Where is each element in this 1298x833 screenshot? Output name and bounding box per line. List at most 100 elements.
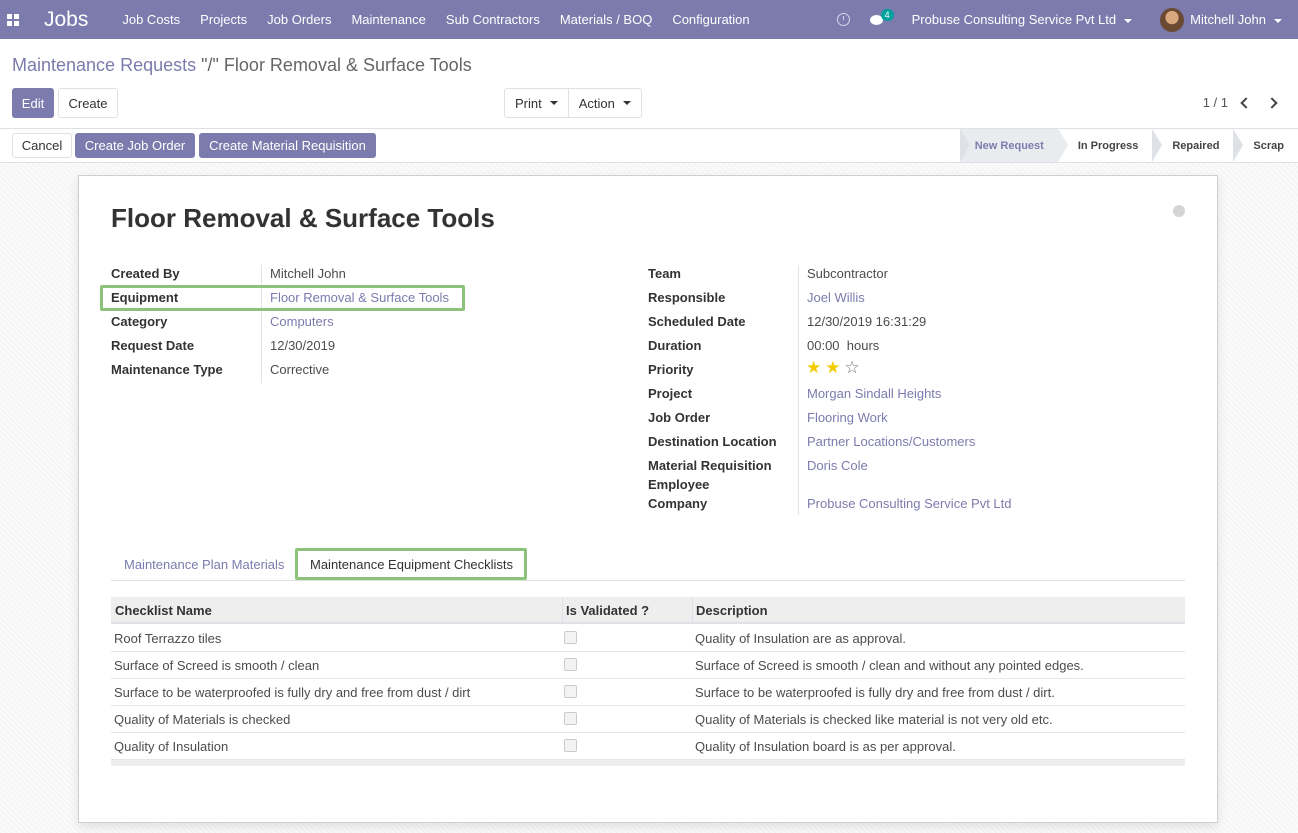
value-destination-location[interactable]: Partner Locations/Customers [807, 434, 975, 449]
create-button[interactable]: Create [58, 88, 118, 118]
company-switcher[interactable]: Probuse Consulting Service Pvt Ltd [912, 12, 1133, 27]
field-divider [261, 265, 262, 383]
pager-value[interactable]: 1 / 1 [1203, 95, 1228, 110]
stage-scrap[interactable]: Scrap [1233, 129, 1298, 162]
stage-pipeline: New Request In Progress Repaired Scrap [959, 129, 1298, 162]
value-request-date: 12/30/2019 [270, 338, 336, 353]
apps-menu-icon[interactable] [0, 0, 26, 39]
stage-new-request[interactable]: New Request [959, 129, 1068, 162]
navbar-right: 4 Probuse Consulting Service Pvt Ltd Mit… [836, 0, 1298, 39]
table-row[interactable]: Surface to be waterproofed is fully dry … [111, 679, 1185, 706]
menu-item-job-orders[interactable]: Job Orders [267, 12, 331, 27]
validated-checkbox[interactable] [564, 739, 577, 752]
cell-description: Surface of Screed is smooth / clean and … [695, 658, 1084, 673]
table-row[interactable]: Surface of Screed is smooth / clean Surf… [111, 652, 1185, 679]
cell-checklist-name: Roof Terrazzo tiles [114, 631, 222, 646]
record-title: Floor Removal & Surface Tools [111, 203, 495, 233]
star-icon[interactable]: ★ [806, 359, 821, 376]
star-outline-icon[interactable]: ☆ [845, 359, 860, 376]
label-priority: Priority [648, 362, 694, 377]
menu-item-materials-boq[interactable]: Materials / BOQ [560, 12, 652, 27]
cell-description: Quality of Insulation are as approval. [695, 631, 907, 646]
menu-item-job-costs[interactable]: Job Costs [122, 12, 180, 27]
checklist-tab-highlight-box [295, 548, 527, 580]
validated-checkbox[interactable] [564, 631, 577, 644]
menu-item-maintenance[interactable]: Maintenance [351, 12, 425, 27]
value-material-requisition[interactable]: Doris Cole [807, 458, 868, 473]
label-responsible: Responsible [648, 290, 726, 305]
validated-checkbox[interactable] [564, 712, 577, 725]
company-name: Probuse Consulting Service Pvt Ltd [911, 12, 1117, 27]
cell-checklist-name: Quality of Materials is checked [114, 712, 291, 727]
app-brand[interactable]: Jobs [44, 8, 88, 32]
breadcrumb-separator: "/" [196, 55, 224, 75]
activity-clock-icon[interactable] [836, 13, 850, 26]
value-scheduled-date: 12/30/2019 16:31:29 [807, 314, 927, 329]
breadcrumb-parent[interactable]: Maintenance Requests [12, 55, 196, 75]
tabs-divider [111, 580, 1185, 581]
user-name: Mitchell John [1190, 12, 1266, 27]
user-menu[interactable]: Mitchell John [1190, 12, 1282, 27]
label-job-order: Job Order [648, 410, 711, 425]
value-team: Subcontractor [807, 266, 888, 281]
value-project[interactable]: Morgan Sindall Heights [807, 386, 941, 401]
menu-item-configuration[interactable]: Configuration [672, 12, 749, 27]
label-created-by: Created By [111, 266, 180, 281]
edit-button[interactable]: Edit [12, 88, 54, 118]
table-row[interactable]: Roof Terrazzo tiles Quality of Insulatio… [111, 625, 1185, 652]
header-is-validated[interactable]: Is Validated ? [566, 603, 649, 618]
label-duration: Duration [648, 338, 702, 353]
print-label: Print [515, 95, 542, 111]
cancel-button[interactable]: Cancel [12, 133, 72, 158]
menu-item-projects[interactable]: Projects [200, 12, 247, 27]
equipment-highlight-box [100, 285, 465, 311]
checklist-table-header: Checklist Name Is Validated ? Descriptio… [111, 597, 1185, 624]
header-checklist-name[interactable]: Checklist Name [115, 603, 212, 618]
priority-stars: ★ ★ ☆ [806, 359, 864, 376]
action-dropdown[interactable]: Action [567, 89, 641, 117]
validated-checkbox[interactable] [564, 685, 577, 698]
top-navbar: Jobs Job Costs Projects Job Orders Maint… [0, 0, 1298, 39]
menu-item-sub-contractors[interactable]: Sub Contractors [446, 12, 540, 27]
header-description[interactable]: Description [696, 603, 768, 618]
user-avatar[interactable] [1160, 7, 1185, 32]
main-menu: Job Costs Projects Job Orders Maintenanc… [122, 12, 769, 27]
column-separator [562, 597, 563, 624]
chevron-down-icon [1274, 18, 1282, 23]
label-team: Team [648, 266, 681, 281]
stage-in-progress[interactable]: In Progress [1057, 129, 1153, 162]
value-duration: 00:00 hours [807, 338, 880, 353]
chevron-down-icon [549, 101, 558, 105]
chevron-down-icon [1124, 18, 1133, 23]
pager: 1 / 1 [1203, 95, 1278, 110]
label-project: Project [648, 386, 693, 401]
label-company: Company [648, 496, 708, 511]
star-icon[interactable]: ★ [825, 359, 840, 376]
value-job-order[interactable]: Flooring Work [807, 410, 888, 425]
validated-checkbox[interactable] [564, 658, 577, 671]
value-created-by: Mitchell John [270, 266, 346, 281]
cell-checklist-name: Surface to be waterproofed is fully dry … [114, 685, 471, 700]
kanban-state-icon[interactable] [1173, 205, 1185, 217]
previous-icon[interactable] [1240, 96, 1252, 109]
cell-checklist-name: Surface of Screed is smooth / clean [114, 658, 320, 673]
create-job-order-button[interactable]: Create Job Order [75, 133, 195, 158]
cell-description: Surface to be waterproofed is fully dry … [695, 685, 1055, 700]
stage-repaired[interactable]: Repaired [1152, 129, 1233, 162]
value-company[interactable]: Probuse Consulting Service Pvt Ltd [807, 496, 1012, 511]
table-row[interactable]: Quality of Insulation Quality of Insulat… [111, 733, 1185, 760]
checklist-table-footer [111, 760, 1185, 766]
table-row[interactable]: Quality of Materials is checked Quality … [111, 706, 1185, 733]
value-category[interactable]: Computers [270, 314, 334, 329]
tab-maintenance-plan-materials[interactable]: Maintenance Plan Materials [124, 557, 284, 572]
messages-icon[interactable]: 4 [869, 8, 894, 27]
chevron-down-icon [622, 101, 631, 105]
create-material-requisition-button[interactable]: Create Material Requisition [199, 133, 376, 158]
print-dropdown[interactable]: Print [505, 89, 568, 117]
value-responsible[interactable]: Joel Willis [807, 290, 865, 305]
label-scheduled-date: Scheduled Date [648, 314, 746, 329]
label-request-date: Request Date [111, 338, 195, 353]
statusbar: Cancel Create Job Order Create Material … [0, 129, 1298, 163]
next-icon[interactable] [1266, 96, 1278, 109]
value-maintenance-type: Corrective [270, 362, 330, 377]
